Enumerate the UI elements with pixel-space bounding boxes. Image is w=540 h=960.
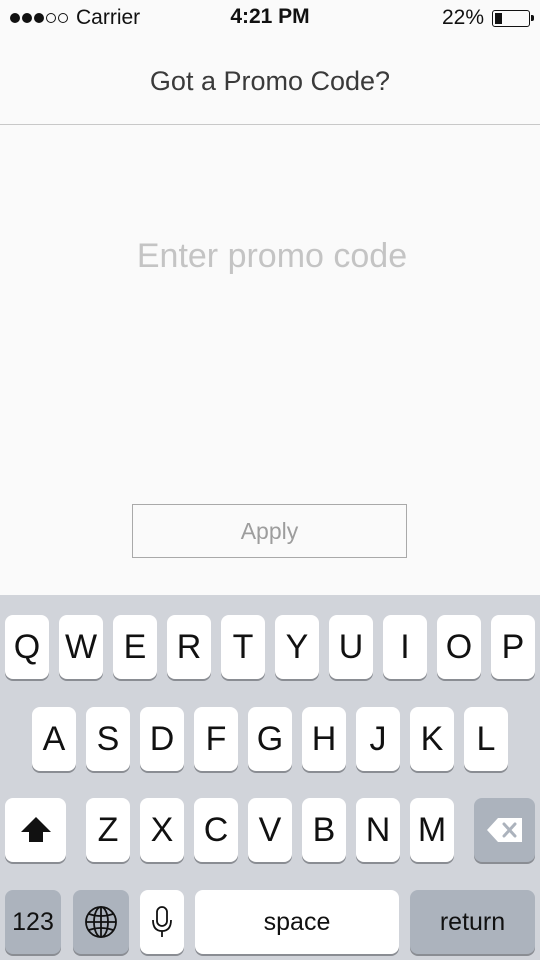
key-u[interactable]: U — [329, 615, 373, 679]
battery-icon — [492, 9, 534, 27]
globe-key[interactable] — [73, 890, 129, 954]
delete-key[interactable] — [474, 798, 535, 862]
key-c[interactable]: C — [194, 798, 238, 862]
return-key[interactable]: return — [410, 890, 535, 954]
battery-group: 22% — [441, 6, 534, 30]
key-o[interactable]: O — [437, 615, 481, 679]
key-l[interactable]: L — [464, 707, 508, 771]
key-y[interactable]: Y — [275, 615, 319, 679]
key-b[interactable]: B — [302, 798, 346, 862]
microphone-icon — [152, 906, 172, 937]
key-z[interactable]: Z — [86, 798, 130, 862]
delete-icon — [486, 818, 522, 842]
apply-button-label: Apply — [240, 517, 299, 544]
key-p[interactable]: P — [491, 615, 535, 679]
globe-icon — [85, 906, 117, 938]
keyboard: Q W E R T Y U I O P A S D F G H J K L Z … — [0, 595, 540, 960]
numbers-key[interactable]: 123 — [5, 890, 61, 954]
shift-key[interactable] — [5, 798, 66, 862]
key-w[interactable]: W — [59, 615, 103, 679]
key-t[interactable]: T — [221, 615, 265, 679]
status-bar: Carrier 4:21 PM 22% — [0, 0, 540, 36]
key-a[interactable]: A — [32, 707, 76, 771]
key-m[interactable]: M — [410, 798, 454, 862]
battery-percent: 22% — [441, 6, 484, 29]
key-k[interactable]: K — [410, 707, 454, 771]
key-g[interactable]: G — [248, 707, 292, 771]
key-n[interactable]: N — [356, 798, 400, 862]
key-d[interactable]: D — [140, 707, 184, 771]
key-i[interactable]: I — [383, 615, 427, 679]
key-f[interactable]: F — [194, 707, 238, 771]
key-e[interactable]: E — [113, 615, 157, 679]
space-key[interactable]: space — [195, 890, 399, 954]
promo-code-input[interactable] — [40, 225, 504, 287]
apply-button[interactable]: Apply — [132, 504, 407, 558]
nav-header: Got a Promo Code? — [0, 36, 540, 125]
page-title: Got a Promo Code? — [149, 66, 391, 96]
key-h[interactable]: H — [302, 707, 346, 771]
key-v[interactable]: V — [248, 798, 292, 862]
shift-icon — [20, 817, 51, 842]
key-q[interactable]: Q — [5, 615, 49, 679]
key-j[interactable]: J — [356, 707, 400, 771]
dictation-key[interactable] — [140, 890, 184, 954]
key-r[interactable]: R — [167, 615, 211, 679]
key-x[interactable]: X — [140, 798, 184, 862]
key-s[interactable]: S — [86, 707, 130, 771]
